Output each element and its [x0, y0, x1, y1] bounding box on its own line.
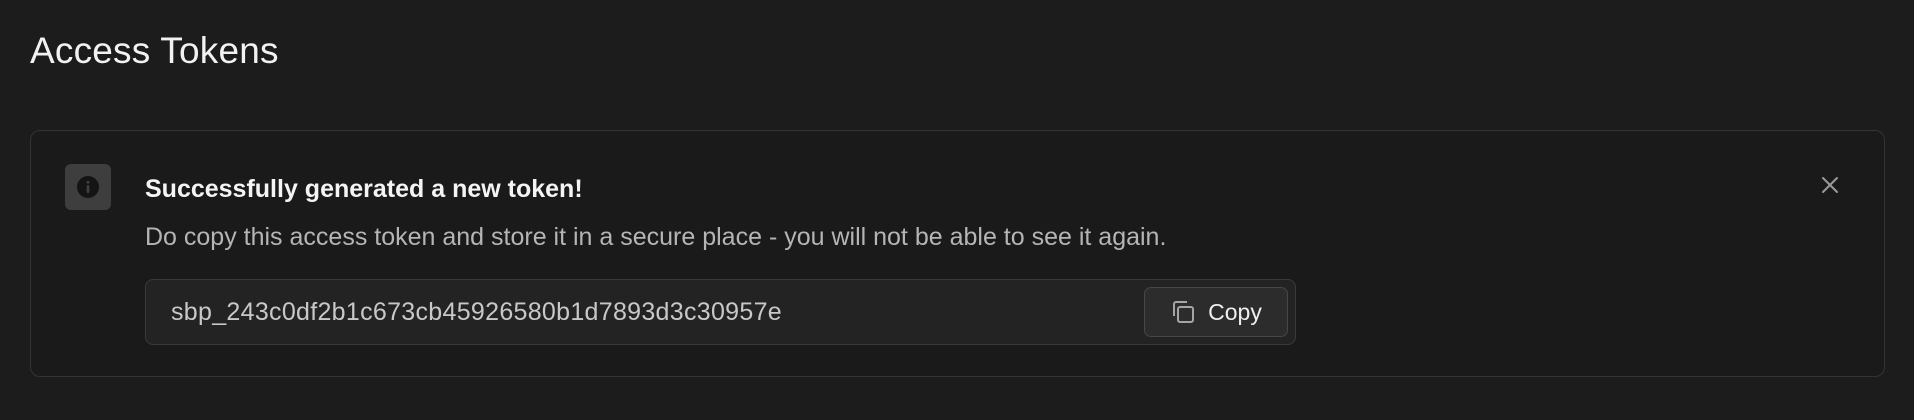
copy-button-label: Copy — [1208, 298, 1262, 325]
token-value[interactable]: sbp_243c0df2b1c673cb45926580b1d7893d3c30… — [171, 280, 782, 344]
info-icon — [65, 164, 111, 210]
close-button[interactable] — [1816, 171, 1844, 199]
access-tokens-page: Access Tokens Successfully generated a n… — [0, 0, 1914, 420]
copy-button[interactable]: Copy — [1144, 287, 1288, 337]
page-title: Access Tokens — [30, 30, 279, 71]
copy-icon — [1173, 301, 1195, 323]
close-icon — [1822, 177, 1838, 193]
success-alert: Successfully generated a new token! Do c… — [30, 130, 1885, 377]
token-field[interactable]: sbp_243c0df2b1c673cb45926580b1d7893d3c30… — [145, 279, 1296, 345]
alert-description: Do copy this access token and store it i… — [145, 223, 1167, 251]
alert-title: Successfully generated a new token! — [145, 175, 583, 203]
